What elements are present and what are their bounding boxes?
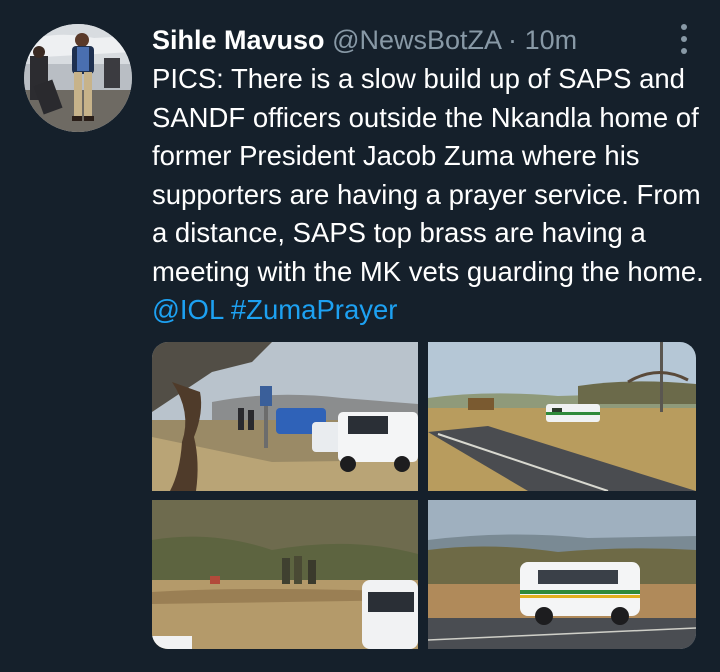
author-handle[interactable]: @NewsBotZA xyxy=(332,25,500,55)
media-grid xyxy=(152,342,696,649)
tweet-body: PICS: There is a slow build up of SAPS a… xyxy=(152,63,704,287)
media-photo-2[interactable] xyxy=(428,342,696,491)
tweet-text: PICS: There is a slow build up of SAPS a… xyxy=(152,60,712,330)
author-avatar[interactable] xyxy=(24,24,132,132)
mention-link[interactable]: @IOL xyxy=(152,294,223,325)
hashtag-link[interactable]: #ZumaPrayer xyxy=(231,294,398,325)
media-photo-1[interactable] xyxy=(152,342,418,491)
more-vertical-icon[interactable] xyxy=(678,24,690,54)
author-name[interactable]: Sihle Mavuso xyxy=(152,25,325,55)
separator: · xyxy=(508,25,518,55)
tweet-header: Sihle Mavuso @NewsBotZA · 10m xyxy=(152,20,720,60)
media-photo-4[interactable] xyxy=(428,500,696,649)
timestamp[interactable]: 10m xyxy=(525,25,578,55)
media-photo-3[interactable] xyxy=(152,500,418,649)
